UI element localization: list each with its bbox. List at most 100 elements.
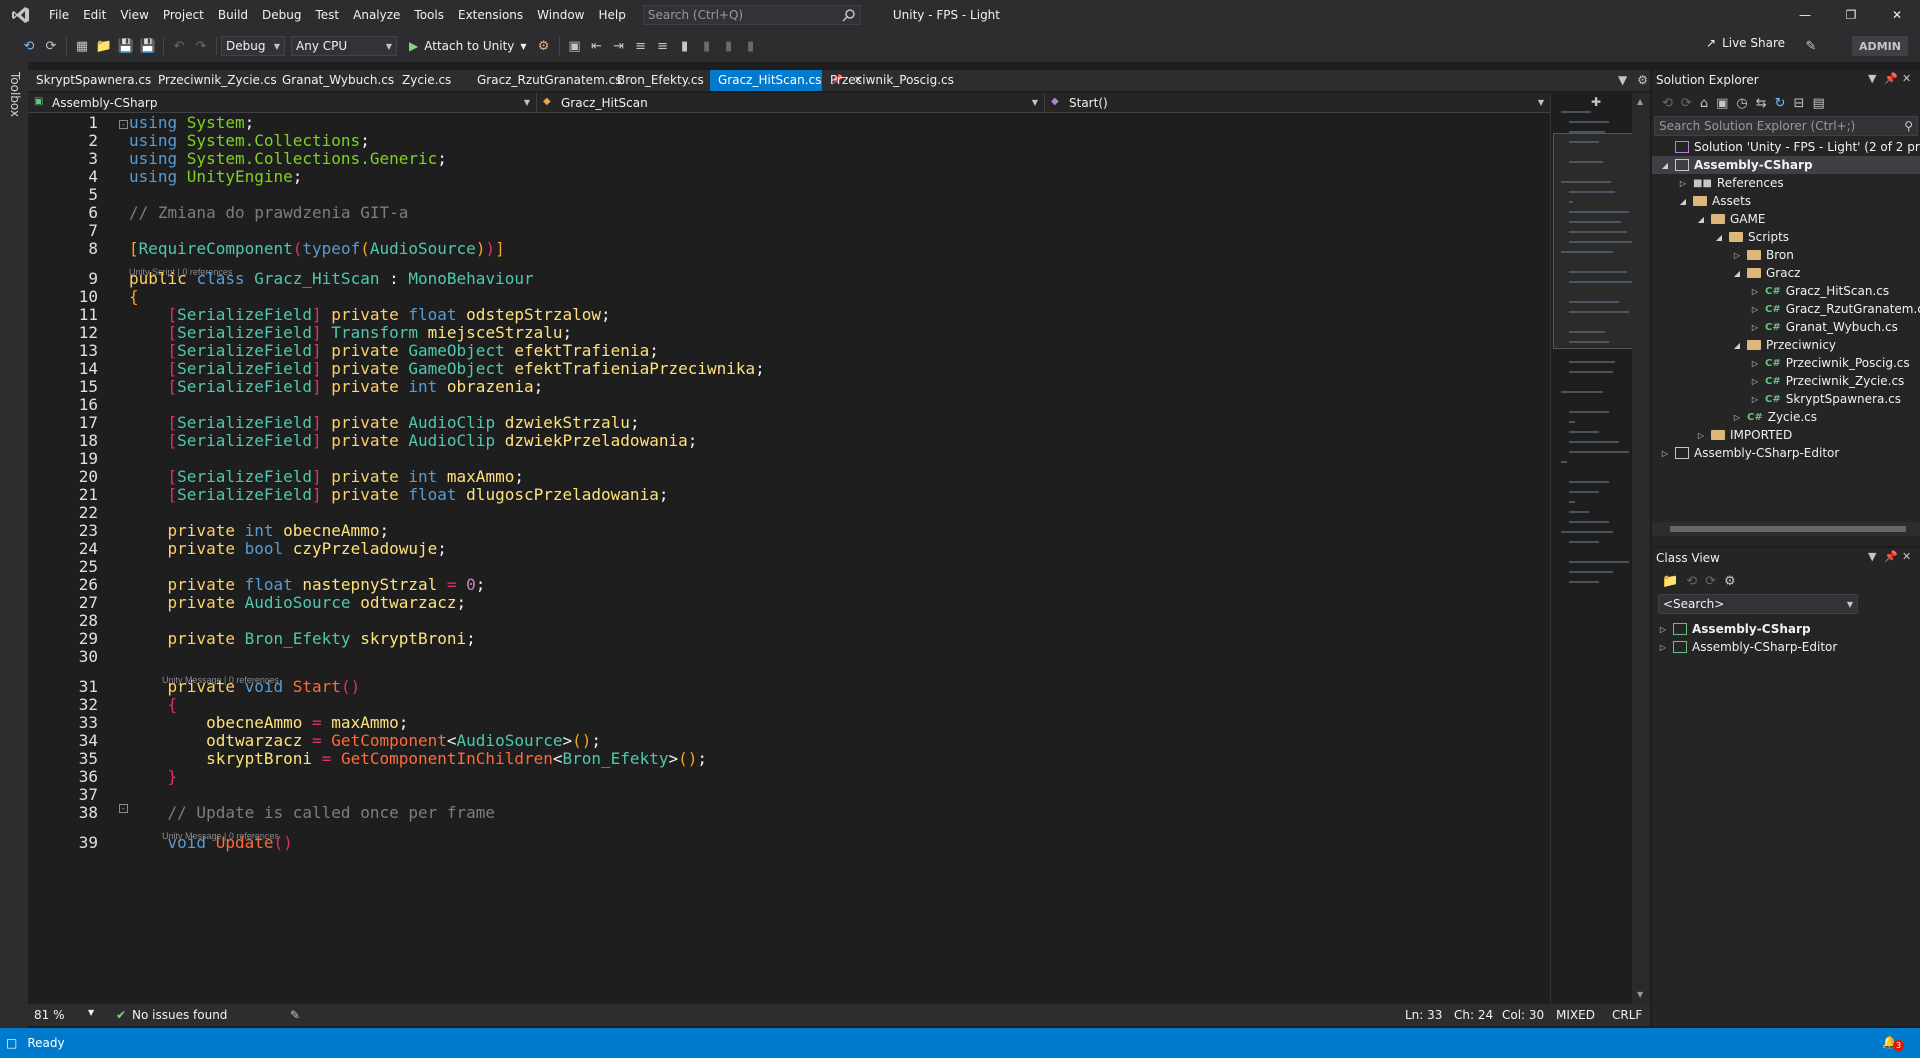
- menu-edit[interactable]: Edit: [76, 0, 113, 30]
- menu-build[interactable]: Build: [211, 0, 255, 30]
- expanded-icon[interactable]: ◢: [1660, 161, 1670, 170]
- expanded-icon[interactable]: ◢: [1732, 341, 1742, 350]
- collapsed-icon[interactable]: ▷: [1750, 323, 1760, 332]
- collapsed-icon[interactable]: ▷: [1658, 625, 1668, 634]
- menu-file[interactable]: File: [42, 0, 76, 30]
- tree-item-game[interactable]: ◢ GAME: [1696, 210, 1766, 228]
- attach-to-unity-button[interactable]: ▶ Attach to Unity ▼: [403, 39, 533, 53]
- show-all-files-icon[interactable]: ▤: [1812, 96, 1824, 111]
- collapsed-icon[interactable]: ▷: [1696, 431, 1706, 440]
- switch-views-icon[interactable]: ▣: [1716, 96, 1728, 111]
- feedback-icon[interactable]: ✎: [1800, 35, 1822, 57]
- member-nav-select[interactable]: ◆ Start() ▼: [1045, 93, 1550, 113]
- back-icon[interactable]: ⟲: [1662, 96, 1673, 111]
- platform-select[interactable]: Any CPU ▼: [291, 36, 397, 56]
- expanded-icon[interactable]: ◢: [1678, 197, 1688, 206]
- menu-help[interactable]: Help: [591, 0, 632, 30]
- close-icon[interactable]: ✕: [1902, 550, 1911, 563]
- zoom-level[interactable]: 81 %: [34, 1008, 65, 1022]
- tree-item-gracz[interactable]: ◢ Gracz: [1732, 264, 1801, 282]
- history-icon[interactable]: ◷: [1736, 96, 1747, 111]
- tree-item-references[interactable]: ▷ ■■ References: [1678, 174, 1784, 192]
- tab-przeciwnik-zycie[interactable]: Przeciwnik_Zycie.cs: [150, 70, 277, 91]
- brush-icon[interactable]: ✎: [290, 1008, 300, 1022]
- settings-icon[interactable]: ⚙: [1724, 574, 1736, 589]
- tree-item-skryptspawnera-cs[interactable]: ▷ C# SkryptSpawnera.cs: [1750, 390, 1901, 408]
- tab-przeciwnik-poscig[interactable]: Przeciwnik_Poscig.cs: [822, 70, 954, 91]
- tab-granat-wybuch[interactable]: Granat_Wybuch.cs: [274, 70, 394, 91]
- menu-view[interactable]: View: [113, 0, 155, 30]
- redo-icon[interactable]: ↷: [190, 35, 212, 57]
- back-icon[interactable]: ⟲: [18, 35, 40, 57]
- tab-gracz-hitscan[interactable]: Gracz_HitScan.cs 📌 ✕: [710, 70, 862, 91]
- configuration-select[interactable]: Debug ▼: [221, 36, 285, 56]
- tab-bron-efekty[interactable]: Bron_Efekty.cs: [609, 70, 710, 91]
- menu-extensions[interactable]: Extensions: [451, 0, 530, 30]
- home-icon[interactable]: ⌂: [1700, 96, 1708, 111]
- collapsed-icon[interactable]: ▷: [1750, 359, 1760, 368]
- menu-window[interactable]: Window: [530, 0, 591, 30]
- tree-item-bron[interactable]: ▷ Bron: [1732, 246, 1794, 264]
- class-view-item-assembly-csharp[interactable]: ▷ Assembly-CSharp: [1658, 620, 1811, 638]
- pin-icon[interactable]: 📌: [1884, 550, 1898, 563]
- issues-status[interactable]: No issues found: [132, 1008, 227, 1022]
- minimize-button[interactable]: —: [1782, 0, 1828, 30]
- back-icon[interactable]: ⟲: [1686, 574, 1697, 589]
- tree-item-gracz-rzutgranatem-cs[interactable]: ▷ C# Gracz_RzutGranatem.cs: [1750, 300, 1920, 318]
- save-icon[interactable]: 💾: [115, 35, 137, 57]
- scroll-up-icon[interactable]: ▲: [1637, 97, 1643, 106]
- collapsed-icon[interactable]: ▷: [1750, 287, 1760, 296]
- solution-search-input[interactable]: Search Solution Explorer (Ctrl+;) ⚲: [1654, 116, 1918, 136]
- save-all-icon[interactable]: 💾: [137, 35, 159, 57]
- align-right-icon[interactable]: ⇥: [608, 35, 630, 57]
- horizontal-scrollbar[interactable]: [1652, 522, 1920, 536]
- align-left-icon[interactable]: ⇤: [586, 35, 608, 57]
- forward-icon[interactable]: ⟳: [1705, 574, 1716, 589]
- collapsed-icon[interactable]: ▷: [1660, 449, 1670, 458]
- vertical-scrollbar[interactable]: ▲ ▼: [1632, 93, 1650, 1004]
- whitespace-mode[interactable]: MIXED: [1556, 1008, 1595, 1022]
- menu-analyze[interactable]: Analyze: [346, 0, 407, 30]
- project-nav-select[interactable]: ▣ Assembly-CSharp ▼: [28, 92, 537, 113]
- bookmark-clear-icon[interactable]: ▮: [740, 35, 762, 57]
- tree-item-scripts[interactable]: ◢ Scripts: [1714, 228, 1789, 246]
- expanded-icon[interactable]: ◢: [1732, 269, 1742, 278]
- undo-icon[interactable]: ↶: [168, 35, 190, 57]
- sync-icon[interactable]: ⇆: [1756, 96, 1767, 111]
- split-icon[interactable]: ✚: [1591, 95, 1601, 109]
- bookmark-icon[interactable]: ▮: [674, 35, 696, 57]
- window-position-icon[interactable]: ▼: [1868, 550, 1876, 563]
- tree-item-assets[interactable]: ◢ Assets: [1678, 192, 1751, 210]
- new-project-icon[interactable]: ▦: [71, 35, 93, 57]
- tab-skryptspawnera[interactable]: SkryptSpawnera.cs: [28, 70, 151, 91]
- collapsed-icon[interactable]: ▷: [1658, 643, 1668, 652]
- outdent-icon[interactable]: ≡: [652, 35, 674, 57]
- tree-item-zycie-cs[interactable]: ▷ C# Zycie.cs: [1732, 408, 1817, 426]
- bookmark-next-icon[interactable]: ▮: [718, 35, 740, 57]
- hot-reload-icon[interactable]: ⚙: [533, 35, 555, 57]
- collapse-icon[interactable]: -: [119, 120, 128, 129]
- close-button[interactable]: ✕: [1874, 0, 1920, 30]
- visual-studio-logo-icon[interactable]: [0, 0, 42, 30]
- menu-test[interactable]: Test: [308, 0, 346, 30]
- collapsed-icon[interactable]: ▷: [1732, 413, 1742, 422]
- menu-project[interactable]: Project: [156, 0, 211, 30]
- collapsed-icon[interactable]: ▷: [1732, 251, 1742, 260]
- tab-settings-icon[interactable]: ⚙: [1637, 70, 1648, 91]
- new-folder-icon[interactable]: 📁: [1662, 574, 1678, 589]
- code-editor[interactable]: 1 using System; 2 using System.Collections;…: [28, 114, 1550, 1004]
- forward-icon[interactable]: ⟳: [1681, 96, 1692, 111]
- collapsed-icon[interactable]: ▷: [1750, 305, 1760, 314]
- code-line[interactable]: 38 // Update is called once per frame: [28, 802, 1548, 824]
- user-badge[interactable]: ADMIN: [1852, 36, 1908, 56]
- tab-list-icon[interactable]: ▼: [1618, 70, 1627, 91]
- scrollbar-thumb[interactable]: [1670, 526, 1906, 532]
- code-line[interactable]: 39 void Update(): [28, 832, 1548, 854]
- tree-item-imported[interactable]: ▷ IMPORTED: [1696, 426, 1792, 444]
- expanded-icon[interactable]: ◢: [1714, 233, 1724, 242]
- menu-tools[interactable]: Tools: [407, 0, 451, 30]
- tree-item-solution-unity-fps-light-2-of-2-projects[interactable]: Solution 'Unity - FPS - Light' (2 of 2 p…: [1660, 138, 1920, 156]
- live-share-button[interactable]: ↗ Live Share: [1706, 36, 1785, 50]
- menu-debug[interactable]: Debug: [255, 0, 308, 30]
- tree-item-assembly-csharp-editor[interactable]: ▷ Assembly-CSharp-Editor: [1660, 444, 1839, 462]
